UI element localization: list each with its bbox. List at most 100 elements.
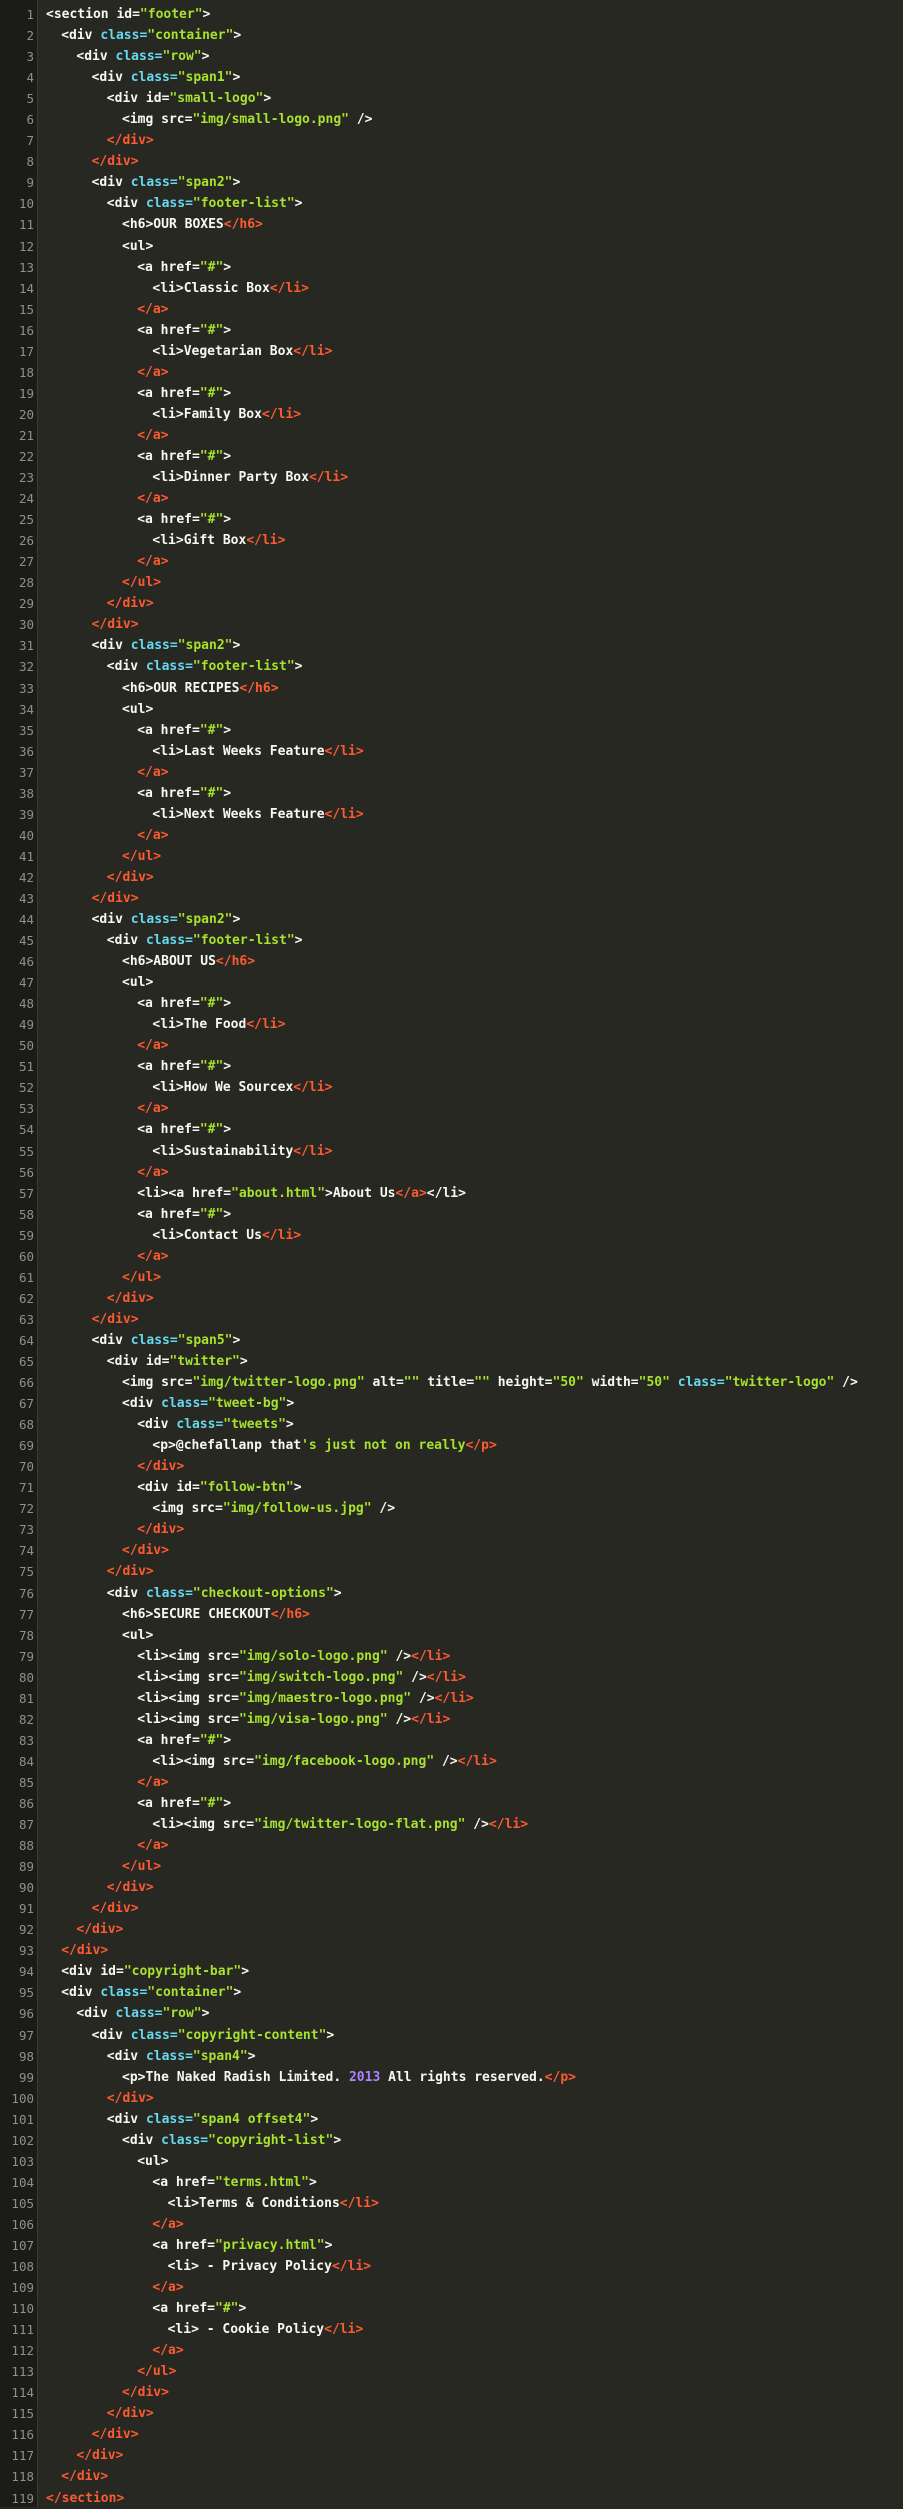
code-line[interactable]: 115 </div>: [0, 2403, 903, 2424]
code-line[interactable]: 55 <li>Sustainability</li>: [0, 1141, 903, 1162]
code-line[interactable]: 35 <a href="#">: [0, 720, 903, 741]
code-line[interactable]: 29 </div>: [0, 593, 903, 614]
code-line[interactable]: 18 </a>: [0, 362, 903, 383]
code-line[interactable]: 4 <div class="span1">: [0, 67, 903, 88]
code-line[interactable]: 32 <div class="footer-list">: [0, 656, 903, 677]
code-line[interactable]: 6 <img src="img/small-logo.png" />: [0, 109, 903, 130]
code-line[interactable]: 14 <li>Classic Box</li>: [0, 278, 903, 299]
code-line[interactable]: 96 <div class="row">: [0, 2003, 903, 2024]
code-line[interactable]: 73 </div>: [0, 1519, 903, 1540]
code-line[interactable]: 42 </div>: [0, 867, 903, 888]
code-line[interactable]: 94 <div id="copyright-bar">: [0, 1961, 903, 1982]
code-line[interactable]: 103 <ul>: [0, 2151, 903, 2172]
code-line[interactable]: 92 </div>: [0, 1919, 903, 1940]
code-line[interactable]: 47 <ul>: [0, 972, 903, 993]
code-line[interactable]: 1 <section id="footer">: [0, 4, 903, 25]
code-line[interactable]: 119 </section>: [0, 2488, 903, 2509]
code-line[interactable]: 36 <li>Last Weeks Feature</li>: [0, 741, 903, 762]
code-line[interactable]: 31 <div class="span2">: [0, 635, 903, 656]
code-area[interactable]: 1 <section id="footer"> 2 <div class="conta…: [0, 4, 903, 2509]
code-line[interactable]: 108 <li> - Privacy Policy</li>: [0, 2256, 903, 2277]
code-line[interactable]: 38 <a href="#">: [0, 783, 903, 804]
code-line[interactable]: 27 </a>: [0, 551, 903, 572]
code-line[interactable]: 85 </a>: [0, 1772, 903, 1793]
code-line[interactable]: 70 </div>: [0, 1456, 903, 1477]
code-line[interactable]: 110 <a href="#">: [0, 2298, 903, 2319]
code-line[interactable]: 88 </a>: [0, 1835, 903, 1856]
code-line[interactable]: 113 </ul>: [0, 2361, 903, 2382]
code-line[interactable]: 63 </div>: [0, 1309, 903, 1330]
code-line[interactable]: 83 <a href="#">: [0, 1730, 903, 1751]
code-line[interactable]: 48 <a href="#">: [0, 993, 903, 1014]
code-line[interactable]: 101 <div class="span4 offset4">: [0, 2109, 903, 2130]
code-line[interactable]: 105 <li>Terms & Conditions</li>: [0, 2193, 903, 2214]
code-line[interactable]: 20 <li>Family Box</li>: [0, 404, 903, 425]
code-line[interactable]: 19 <a href="#">: [0, 383, 903, 404]
code-line[interactable]: 22 <a href="#">: [0, 446, 903, 467]
code-line[interactable]: 7 </div>: [0, 130, 903, 151]
code-line[interactable]: 24 </a>: [0, 488, 903, 509]
code-line[interactable]: 25 <a href="#">: [0, 509, 903, 530]
code-line[interactable]: 79 <li><img src="img/solo-logo.png" /></l…: [0, 1646, 903, 1667]
code-line[interactable]: 50 </a>: [0, 1035, 903, 1056]
code-line[interactable]: 58 <a href="#">: [0, 1204, 903, 1225]
code-line[interactable]: 8 </div>: [0, 151, 903, 172]
code-line[interactable]: 43 </div>: [0, 888, 903, 909]
code-line[interactable]: 64 <div class="span5">: [0, 1330, 903, 1351]
code-line[interactable]: 118 </div>: [0, 2466, 903, 2487]
code-line[interactable]: 57 <li><a href="about.html">About Us</a><…: [0, 1183, 903, 1204]
code-line[interactable]: 44 <div class="span2">: [0, 909, 903, 930]
code-line[interactable]: 112 </a>: [0, 2340, 903, 2361]
code-line[interactable]: 49 <li>The Food</li>: [0, 1014, 903, 1035]
code-line[interactable]: 68 <div class="tweets">: [0, 1414, 903, 1435]
code-line[interactable]: 87 <li><img src="img/twitter-logo-flat.pn…: [0, 1814, 903, 1835]
code-line[interactable]: 111 <li> - Cookie Policy</li>: [0, 2319, 903, 2340]
code-line[interactable]: 13 <a href="#">: [0, 257, 903, 278]
code-line[interactable]: 46 <h6>ABOUT US</h6>: [0, 951, 903, 972]
code-line[interactable]: 114 </div>: [0, 2382, 903, 2403]
code-line[interactable]: 51 <a href="#">: [0, 1056, 903, 1077]
code-line[interactable]: 33 <h6>OUR RECIPES</h6>: [0, 678, 903, 699]
code-line[interactable]: 37 </a>: [0, 762, 903, 783]
code-line[interactable]: 95 <div class="container">: [0, 1982, 903, 2003]
code-line[interactable]: 116 </div>: [0, 2424, 903, 2445]
code-line[interactable]: 84 <li><img src="img/facebook-logo.png" /…: [0, 1751, 903, 1772]
code-line[interactable]: 17 <li>Vegetarian Box</li>: [0, 341, 903, 362]
code-line[interactable]: 77 <h6>SECURE CHECKOUT</h6>: [0, 1604, 903, 1625]
code-line[interactable]: 66 <img src="img/twitter-logo.png" alt=""…: [0, 1372, 903, 1393]
code-line[interactable]: 53 </a>: [0, 1098, 903, 1119]
code-line[interactable]: 80 <li><img src="img/switch-logo.png" /><…: [0, 1667, 903, 1688]
code-line[interactable]: 97 <div class="copyright-content">: [0, 2025, 903, 2046]
code-line[interactable]: 99 <p>The Naked Radish Limited. 2013 All …: [0, 2067, 903, 2088]
code-line[interactable]: 62 </div>: [0, 1288, 903, 1309]
code-line[interactable]: 104 <a href="terms.html">: [0, 2172, 903, 2193]
code-line[interactable]: 89 </ul>: [0, 1856, 903, 1877]
code-line[interactable]: 21 </a>: [0, 425, 903, 446]
code-line[interactable]: 91 </div>: [0, 1898, 903, 1919]
code-line[interactable]: 117 </div>: [0, 2445, 903, 2466]
code-line[interactable]: 90 </div>: [0, 1877, 903, 1898]
code-line[interactable]: 76 <div class="checkout-options">: [0, 1583, 903, 1604]
code-line[interactable]: 2 <div class="container">: [0, 25, 903, 46]
code-line[interactable]: 39 <li>Next Weeks Feature</li>: [0, 804, 903, 825]
code-line[interactable]: 10 <div class="footer-list">: [0, 193, 903, 214]
code-line[interactable]: 23 <li>Dinner Party Box</li>: [0, 467, 903, 488]
code-line[interactable]: 71 <div id="follow-btn">: [0, 1477, 903, 1498]
code-line[interactable]: 75 </div>: [0, 1561, 903, 1582]
code-line[interactable]: 102 <div class="copyright-list">: [0, 2130, 903, 2151]
code-line[interactable]: 69 <p>@chefallanp that's just not on real…: [0, 1435, 903, 1456]
code-line[interactable]: 106 </a>: [0, 2214, 903, 2235]
code-line[interactable]: 9 <div class="span2">: [0, 172, 903, 193]
code-line[interactable]: 109 </a>: [0, 2277, 903, 2298]
code-line[interactable]: 61 </ul>: [0, 1267, 903, 1288]
code-editor[interactable]: 1 <section id="footer"> 2 <div class="conta…: [0, 0, 903, 2507]
code-line[interactable]: 3 <div class="row">: [0, 46, 903, 67]
code-line[interactable]: 107 <a href="privacy.html">: [0, 2235, 903, 2256]
code-line[interactable]: 86 <a href="#">: [0, 1793, 903, 1814]
code-line[interactable]: 28 </ul>: [0, 572, 903, 593]
code-line[interactable]: 12 <ul>: [0, 236, 903, 257]
code-line[interactable]: 100 </div>: [0, 2088, 903, 2109]
code-line[interactable]: 81 <li><img src="img/maestro-logo.png" />…: [0, 1688, 903, 1709]
code-line[interactable]: 41 </ul>: [0, 846, 903, 867]
code-line[interactable]: 26 <li>Gift Box</li>: [0, 530, 903, 551]
